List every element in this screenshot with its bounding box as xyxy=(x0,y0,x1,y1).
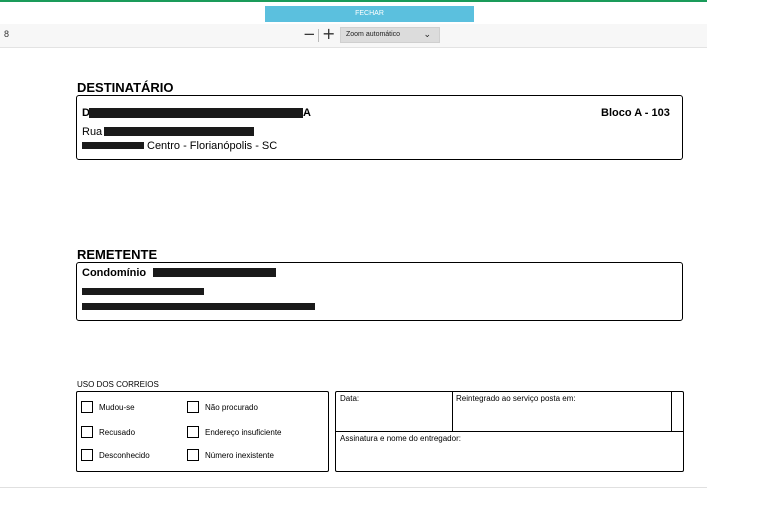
remetente-heading: REMETENTE xyxy=(77,247,158,262)
date-label: Data: xyxy=(340,394,360,403)
checkbox[interactable] xyxy=(81,426,93,438)
option-nao-procurado[interactable]: Não procurado xyxy=(187,401,258,413)
chevron-down-icon: ⌄ xyxy=(423,30,431,40)
destinatario-city-line: Centro - Florianópolis - SC xyxy=(147,140,278,152)
page-number: 8 xyxy=(4,29,10,39)
reintegrado-label: Reintegrado ao serviço posta em: xyxy=(456,394,576,403)
top-accent-line xyxy=(0,0,707,2)
signature-label: Assinatura e nome do entregador: xyxy=(340,434,461,443)
redacted-sender-street xyxy=(82,288,204,295)
checkbox[interactable] xyxy=(187,449,199,461)
close-button[interactable]: FECHAR xyxy=(265,6,474,22)
toolbar-separator xyxy=(318,29,319,42)
bottom-divider xyxy=(0,487,707,488)
right-divider xyxy=(671,391,672,431)
zoom-select[interactable]: Zoom automático ⌄ xyxy=(340,27,440,43)
destinatario-name-end: A xyxy=(303,107,311,119)
destinatario-heading: DESTINATÁRIO xyxy=(77,80,174,95)
destinatario-unit: Bloco A - 103 xyxy=(601,107,670,119)
remetente-name-prefix: Condomínio xyxy=(82,267,147,279)
destinatario-street-prefix: Rua xyxy=(82,126,103,138)
zoom-out-button[interactable]: − xyxy=(303,25,316,43)
zoom-in-button[interactable]: + xyxy=(322,24,335,43)
option-desconhecido[interactable]: Desconhecido xyxy=(81,449,150,461)
redacted-cep xyxy=(82,142,144,149)
redacted-street xyxy=(104,127,254,136)
checkbox[interactable] xyxy=(81,401,93,413)
redacted-sender-city xyxy=(82,303,315,310)
redacted-name xyxy=(89,108,303,118)
option-numero-inexistente[interactable]: Número inexistente xyxy=(187,449,274,461)
pdf-toolbar: 8 − + Zoom automático ⌄ xyxy=(0,24,707,48)
delivery-divider xyxy=(335,431,684,432)
option-recusado[interactable]: Recusado xyxy=(81,426,135,438)
checkbox[interactable] xyxy=(81,449,93,461)
correios-heading: USO DOS CORREIOS xyxy=(77,380,159,389)
date-divider xyxy=(452,391,453,431)
option-mudou-se[interactable]: Mudou-se xyxy=(81,401,135,413)
redacted-sender-name xyxy=(153,268,276,277)
zoom-select-value: Zoom automático xyxy=(346,31,401,38)
checkbox[interactable] xyxy=(187,401,199,413)
checkbox[interactable] xyxy=(187,426,199,438)
option-endereco-insuficiente[interactable]: Endereço insuficiente xyxy=(187,426,282,438)
